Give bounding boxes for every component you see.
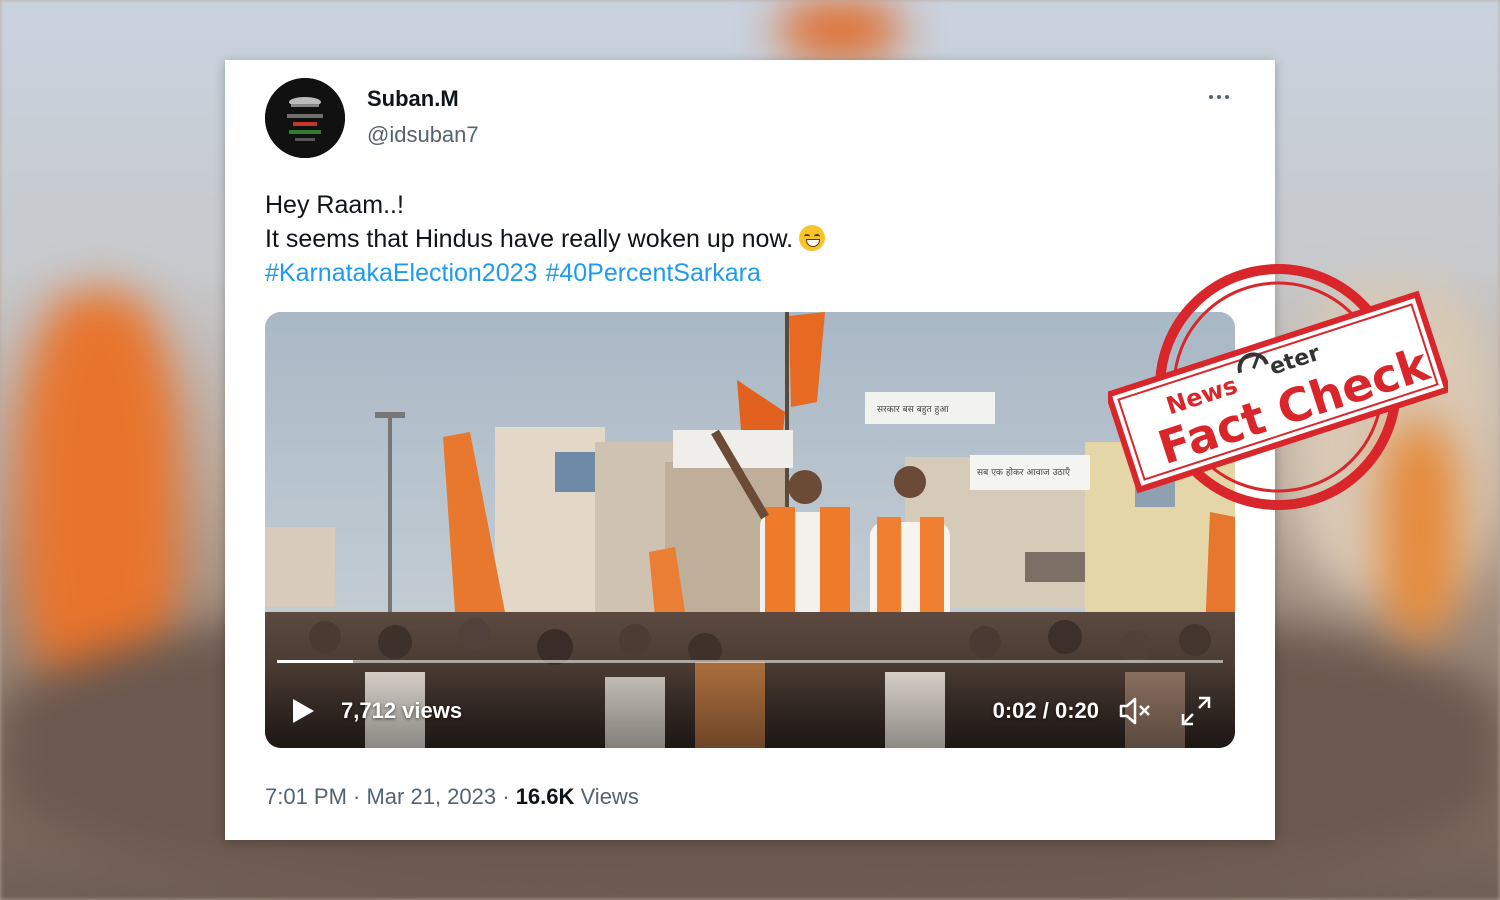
video-time: 0:02 / 0:20 <box>992 698 1099 723</box>
tweet-text: Hey Raam..! It seems that Hindus have re… <box>265 188 1225 290</box>
video-progress-fill <box>277 660 353 663</box>
video-player[interactable]: सरकार बस बहुत हुआ सब एक होकर आवाज उठाएँ <box>265 312 1235 748</box>
protest-sign-1: सरकार बस बहुत हुआ <box>877 405 949 415</box>
tweet-text-line-2: It seems that Hindus have really woken u… <box>265 222 1225 256</box>
speaker-muted-icon <box>1119 697 1150 725</box>
tweet-meta: 7:01 PM · Mar 21, 2023 · 16.6K Views <box>265 784 639 810</box>
tweet-text-line-1: Hey Raam..! <box>265 191 404 219</box>
mute-button[interactable] <box>1117 694 1153 728</box>
more-options-button[interactable] <box>1201 82 1237 112</box>
more-dot-icon <box>1209 95 1213 99</box>
fullscreen-button[interactable] <box>1179 694 1213 728</box>
play-button[interactable] <box>287 696 317 726</box>
video-controls: 7,712 views 0:02 / 0:20 <box>265 668 1235 748</box>
user-handle[interactable]: @idsuban7 <box>367 122 479 148</box>
more-dot-icon <box>1225 95 1229 99</box>
tweet-views-label: Views <box>580 784 639 809</box>
hashtag-karnataka-election[interactable]: #KarnatakaElection2023 <box>265 259 537 287</box>
fact-check-stamp: News eter Fact Check <box>1108 264 1448 510</box>
grinning-emoji-icon <box>799 225 826 251</box>
protest-sign-2: सब एक होकर आवाज उठाएँ <box>977 466 1071 478</box>
hashtags: #KarnatakaElection2023 #40PercentSarkara <box>265 256 1225 290</box>
tweet-text-line-2-text: It seems that Hindus have really woken u… <box>265 225 794 253</box>
avatar[interactable] <box>265 78 345 158</box>
play-icon <box>293 699 314 723</box>
video-scrubber[interactable] <box>277 660 1223 663</box>
more-dot-icon <box>1217 95 1221 99</box>
tweet-timestamp[interactable]: 7:01 PM · Mar 21, 2023 <box>265 784 496 809</box>
fullscreen-icon <box>1181 696 1211 726</box>
meta-separator: · <box>496 784 516 809</box>
video-view-count: 7,712 views <box>341 698 463 723</box>
display-name[interactable]: Suban.M <box>367 86 459 112</box>
hashtag-40-percent-sarkara[interactable]: #40PercentSarkara <box>545 259 760 287</box>
tweet-view-count: 16.6K <box>515 784 575 809</box>
